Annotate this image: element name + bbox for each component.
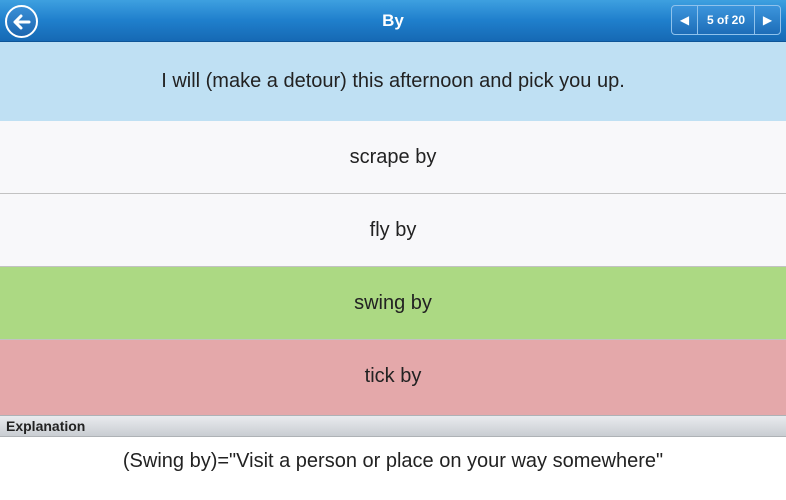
back-button[interactable]	[5, 5, 38, 38]
next-arrow-icon: ▶	[762, 13, 773, 27]
option-4-wrong[interactable]: tick by	[0, 340, 786, 415]
question-text: I will (make a detour) this afternoon an…	[0, 42, 786, 121]
page-counter: 5 of 20	[706, 13, 745, 27]
explanation-header: Explanation	[0, 415, 786, 437]
option-1[interactable]: scrape by	[0, 121, 786, 194]
back-arrow-icon	[13, 14, 30, 29]
option-3-correct[interactable]: swing by	[0, 267, 786, 340]
next-button[interactable]: ▶	[754, 6, 780, 34]
prev-arrow-icon: ◀	[679, 13, 690, 27]
top-bar: By ◀ 5 of 20 ▶	[0, 0, 786, 42]
page-title: By	[382, 11, 404, 30]
explanation-text: (Swing by)="Visit a person or place on y…	[0, 437, 786, 500]
pager: ◀ 5 of 20 ▶	[671, 5, 781, 35]
option-2[interactable]: fly by	[0, 194, 786, 267]
prev-button[interactable]: ◀	[672, 6, 698, 34]
